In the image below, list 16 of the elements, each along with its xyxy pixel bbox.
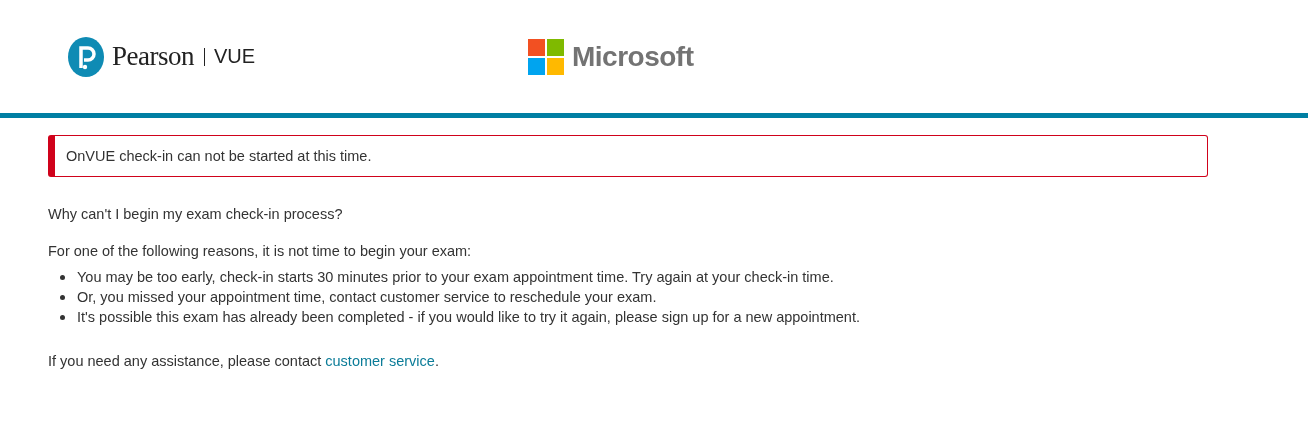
customer-service-link[interactable]: customer service	[325, 353, 435, 369]
alert-message: OnVUE check-in can not be started at this time.	[66, 148, 372, 164]
pearson-logo-icon	[68, 36, 104, 77]
question-text: Why can't I begin my exam check-in process?	[48, 206, 344, 222]
microsoft-logo-icon	[528, 38, 564, 75]
microsoft-wordmark: Microsoft	[572, 40, 694, 73]
reason-text: It's possible this exam has already been completed - if you would like to try it again, please sign up for a new appointment.	[77, 309, 860, 325]
reason-text: You may be too early, check-in starts 30 minutes prior to your exam appointment time. Try again at your check-in time.	[77, 269, 834, 285]
intro-text: For one of the following reasons, it is not time to begin your exam:	[48, 243, 473, 259]
bullet-icon	[60, 294, 65, 300]
pearson-wordmark: Pearson	[112, 41, 194, 72]
help-text: If you need any assistance, please contact customer service.	[48, 353, 440, 369]
bullet-icon	[60, 314, 65, 320]
reason-text: Or, you missed your appointment time, contact customer service to reschedule your exam.	[77, 289, 657, 305]
bullet-icon	[60, 274, 65, 280]
vue-wordmark: VUE	[214, 45, 256, 68]
